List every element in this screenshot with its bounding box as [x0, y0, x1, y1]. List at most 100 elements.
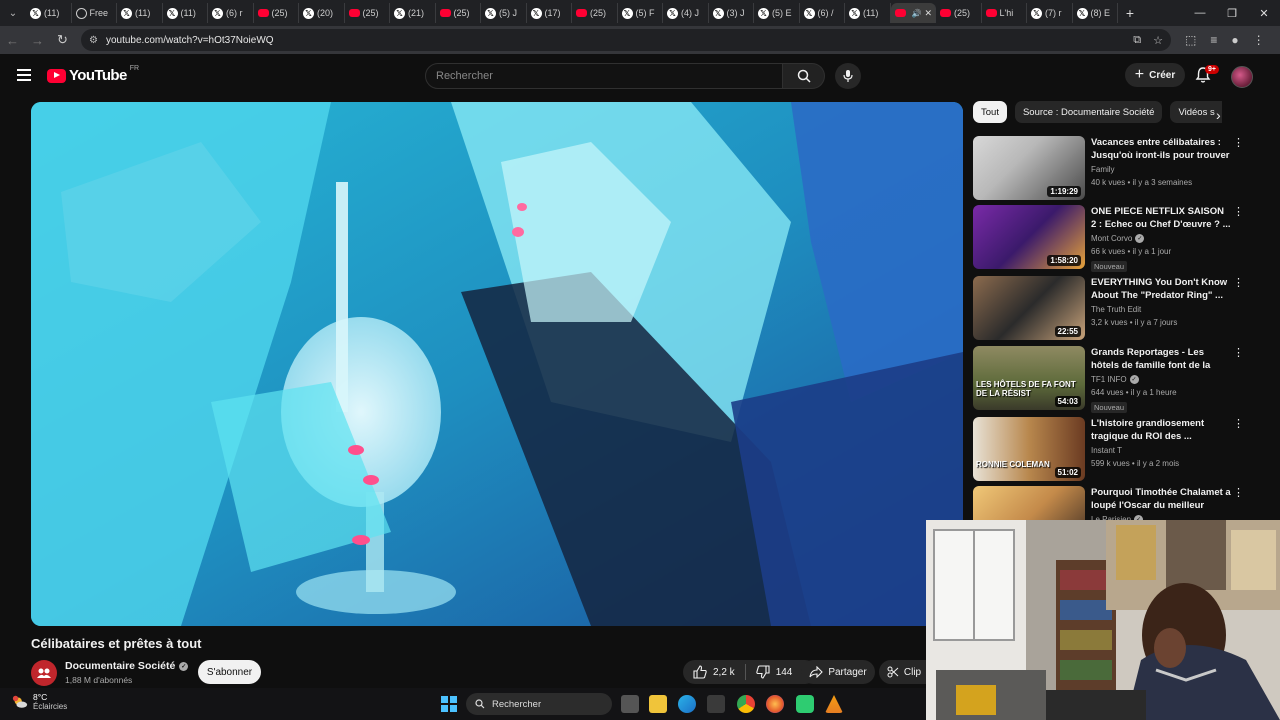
tab-search-chevron-icon[interactable]: ⌄	[0, 0, 26, 26]
store-icon[interactable]	[707, 695, 725, 713]
reload-icon[interactable]: ↻	[50, 32, 75, 48]
hamburger-menu-icon[interactable]	[17, 69, 31, 81]
share-button[interactable]: Partager	[801, 660, 875, 684]
browser-tab[interactable]: 𝕏 (8) E	[1073, 3, 1118, 23]
chips-next-chevron-icon[interactable]: ›	[1216, 107, 1221, 123]
clip-button[interactable]: Clip	[879, 660, 929, 684]
browser-tab[interactable]: (25)	[254, 3, 299, 23]
browser-tab[interactable]: 𝕏 (21)	[390, 3, 436, 23]
site-info-icon[interactable]: ⚙	[89, 35, 98, 46]
browser-tab[interactable]: L'hi	[982, 3, 1027, 23]
recommendation-thumbnail[interactable]: 1:58:20	[973, 205, 1085, 269]
recommendation-thumbnail[interactable]: RONNIE COLEMAN 51:02	[973, 417, 1085, 481]
forward-icon[interactable]: →	[25, 33, 50, 48]
bookmark-star-icon[interactable]: ☆	[1153, 34, 1163, 47]
dislike-button[interactable]: 144	[746, 660, 803, 684]
more-options-icon[interactable]: ⋮	[1233, 348, 1244, 359]
subscribe-button[interactable]: S'abonner	[198, 660, 261, 684]
like-button[interactable]: 2,2 k	[683, 660, 745, 684]
profile-icon[interactable]: ●	[1231, 33, 1238, 47]
browser-tab[interactable]: 𝕏 (6) r	[208, 3, 254, 23]
chip-source[interactable]: Source : Documentaire Société	[1014, 101, 1163, 123]
task-view-icon[interactable]	[621, 695, 639, 713]
recommendation-title[interactable]: ONE PIECE NETFLIX SAISON 2 : Echec ou Ch…	[1091, 205, 1231, 231]
recommendation-item[interactable]: 1:58:20 ONE PIECE NETFLIX SAISON 2 : Eche…	[973, 205, 1273, 272]
search-button[interactable]	[783, 63, 825, 89]
close-window-icon[interactable]: ✕	[1248, 7, 1280, 20]
new-tab-button[interactable]: +	[1118, 5, 1142, 21]
browser-tab[interactable]: 𝕏 (3) J	[709, 3, 754, 23]
more-options-icon[interactable]: ⋮	[1233, 278, 1244, 289]
recommendation-title[interactable]: Grands Reportages - Les hôtels de famill…	[1091, 346, 1231, 372]
more-options-icon[interactable]: ⋮	[1233, 207, 1244, 218]
maximize-icon[interactable]: ❐	[1216, 7, 1248, 20]
chip-videos[interactable]: Vidéos s	[1170, 101, 1223, 123]
browser-tab[interactable]: (25)	[436, 3, 481, 23]
tab-label: (7) r	[1045, 8, 1062, 18]
more-options-icon[interactable]: ⋮	[1233, 419, 1244, 430]
browser-tab[interactable]: 🔊 ✕	[890, 3, 936, 23]
recommendation-item[interactable]: 22:55 EVERYTHING You Don't Know About The…	[973, 276, 1273, 340]
weather-widget[interactable]: 8°C Éclaircies	[12, 692, 67, 711]
browser-tab[interactable]: Free	[72, 3, 117, 23]
recommendation-thumbnail[interactable]: 1:19:29	[973, 136, 1085, 200]
file-explorer-icon[interactable]	[649, 695, 667, 713]
minimize-icon[interactable]: —	[1184, 7, 1216, 20]
back-icon[interactable]: ←	[0, 33, 25, 48]
recommendation-channel[interactable]: The Truth Edit	[1091, 305, 1141, 314]
taskbar-search[interactable]: Rechercher	[466, 693, 612, 715]
app-icon[interactable]	[796, 695, 814, 713]
recommendation-title[interactable]: Pourquoi Timothée Chalamet a loupé l'Osc…	[1091, 486, 1231, 512]
edge-icon[interactable]	[678, 695, 696, 713]
recommendation-channel[interactable]: TF1 INFO	[1091, 375, 1127, 384]
more-options-icon[interactable]: ⋮	[1233, 488, 1244, 499]
recommendation-thumbnail[interactable]: 22:55	[973, 276, 1085, 340]
browser-tab[interactable]: 𝕏 (5) J	[481, 3, 527, 23]
browser-tab[interactable]: 𝕏 (11)	[845, 3, 891, 23]
address-bar[interactable]: ⚙ youtube.com/watch?v=hOt37NoieWQ ⧉ ☆	[81, 29, 1171, 51]
browser-tab[interactable]: 𝕏 (5) E	[754, 3, 800, 23]
chip-all[interactable]: Tout	[973, 101, 1007, 123]
browser-tab[interactable]: (25)	[345, 3, 390, 23]
browser-menu-icon[interactable]: ⋮	[1253, 33, 1265, 47]
recommendation-item[interactable]: 1:19:29 Vacances entre célibataires : Jus…	[973, 136, 1273, 200]
recommendation-title[interactable]: EVERYTHING You Don't Know About The "Pre…	[1091, 276, 1231, 302]
browser-tab[interactable]: 𝕏 (6) /	[800, 3, 845, 23]
browser-tab[interactable]: 𝕏 (20)	[299, 3, 345, 23]
tab-close-icon[interactable]: ✕	[924, 8, 932, 19]
browser-tab[interactable]: 𝕏 (5) F	[618, 3, 663, 23]
browser-tab[interactable]: 𝕏 (11)	[26, 3, 72, 23]
recommendation-title[interactable]: Vacances entre célibataires : Jusqu'où i…	[1091, 136, 1231, 162]
recommendation-channel[interactable]: Mont Corvo	[1091, 234, 1132, 243]
recommendation-item[interactable]: LES HÔTELS DE FA FONT DE LA RÉSIST 54:03 G…	[973, 346, 1273, 413]
media-controls-icon[interactable]: ≡	[1210, 33, 1217, 47]
youtube-logo[interactable]: YouTube FR	[47, 65, 139, 84]
firefox-icon[interactable]	[766, 695, 784, 713]
recommendation-channel[interactable]: Family	[1091, 165, 1115, 174]
recommendation-channel[interactable]: Instant T	[1091, 446, 1122, 455]
extensions-icon[interactable]: ⬚	[1185, 33, 1196, 47]
search-input[interactable]: Rechercher	[425, 63, 783, 89]
browser-tab[interactable]: 𝕏 (7) r	[1027, 3, 1073, 23]
browser-tab[interactable]: 𝕏 (11)	[163, 3, 208, 23]
recommendation-item[interactable]: RONNIE COLEMAN 51:02 L'histoire grandiosem…	[973, 417, 1273, 481]
channel-avatar[interactable]	[31, 660, 57, 686]
windows-start-icon[interactable]	[441, 696, 457, 712]
browser-tab[interactable]: 𝕏 (17)	[527, 3, 572, 23]
recommendation-thumbnail[interactable]: LES HÔTELS DE FA FONT DE LA RÉSIST 54:03	[973, 346, 1085, 410]
account-avatar[interactable]	[1231, 66, 1253, 88]
channel-name[interactable]: Documentaire Société	[65, 660, 175, 672]
voice-search-button[interactable]	[835, 63, 861, 89]
recommendation-title[interactable]: L'histoire grandiosement tragique du ROI…	[1091, 417, 1231, 443]
video-player[interactable]	[31, 102, 963, 626]
browser-tab[interactable]: (25)	[936, 3, 982, 23]
channel-name-row[interactable]: Documentaire Société ✓	[65, 660, 189, 672]
tab-audio-icon[interactable]: 🔊	[912, 9, 922, 18]
browser-tab[interactable]: 𝕏 (4) J	[663, 3, 709, 23]
create-button[interactable]: + Créer	[1125, 63, 1185, 87]
more-options-icon[interactable]: ⋮	[1233, 138, 1244, 149]
chrome-icon[interactable]	[737, 695, 755, 713]
browser-tab[interactable]: 𝕏 (11)	[117, 3, 163, 23]
install-app-icon[interactable]: ⧉	[1133, 34, 1141, 47]
browser-tab[interactable]: (25)	[572, 3, 618, 23]
